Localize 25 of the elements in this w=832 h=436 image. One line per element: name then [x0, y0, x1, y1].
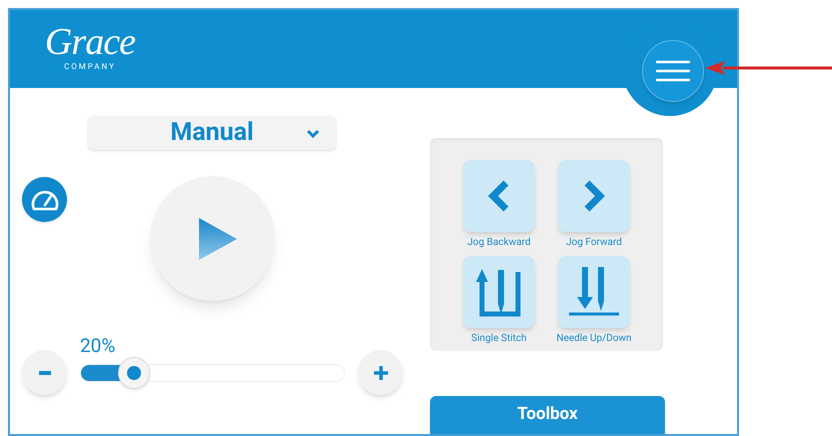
plus-icon [374, 366, 388, 380]
logo-text: Grace [44, 22, 136, 62]
jog-backward-button[interactable] [463, 160, 535, 232]
toolbox-button[interactable]: Toolbox [430, 396, 665, 434]
speed-reading: 20% [80, 335, 116, 357]
minus-icon [38, 370, 50, 374]
button-label: Single Stitch [471, 333, 527, 345]
logo-tagline: COMPANY [64, 62, 116, 72]
needle-down-icon [568, 267, 620, 317]
button-label: Jog Backward [467, 237, 531, 249]
chevron-left-icon [487, 179, 511, 213]
increase-button[interactable] [358, 350, 403, 395]
play-icon [198, 216, 238, 260]
needle-up-down-button[interactable] [558, 256, 630, 328]
chevron-down-icon [306, 128, 320, 138]
button-label: Jog Forward [566, 237, 622, 249]
menu-icon [656, 60, 690, 82]
speedometer-button[interactable] [22, 177, 67, 222]
button-label: Needle Up/Down [556, 333, 632, 345]
decrease-button[interactable] [22, 350, 67, 395]
jog-forward-button[interactable] [558, 160, 630, 232]
slider-thumb[interactable] [118, 356, 150, 388]
single-stitch-button[interactable] [463, 256, 535, 328]
mode-dropdown[interactable]: Manual [88, 116, 336, 150]
chevron-right-icon [582, 179, 606, 213]
